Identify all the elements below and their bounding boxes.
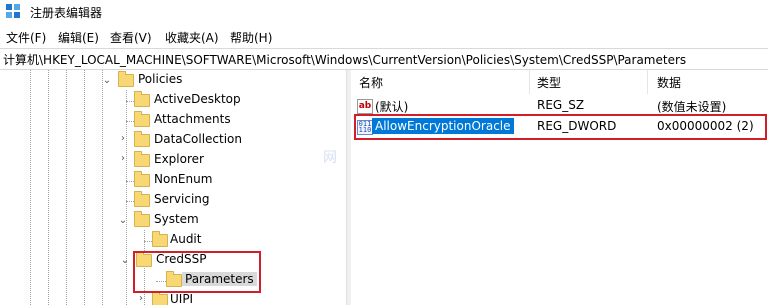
tree-node-label: NonEnum (154, 172, 213, 186)
highlight-box-value (354, 114, 767, 140)
folder-icon (134, 91, 150, 107)
menu-bar: 文件(F) 编辑(E) 查看(V) 收藏夹(A) 帮助(H) (0, 26, 770, 46)
tree-pane[interactable]: ⌄ Policies ActiveDesktop Attachments › D… (0, 70, 346, 305)
folder-icon (134, 111, 150, 127)
menu-edit[interactable]: 编辑(E) (58, 29, 99, 46)
tree-connector (144, 241, 152, 242)
folder-icon (134, 191, 150, 207)
folder-icon (134, 131, 150, 147)
chevron-right-icon[interactable]: › (118, 134, 128, 144)
value-data: (数值未设置) (657, 100, 727, 114)
folder-icon (118, 71, 134, 87)
menu-help[interactable]: 帮助(H) (230, 29, 272, 46)
tree-node-label: Explorer (154, 152, 204, 166)
string-value-icon: ab (357, 99, 373, 114)
menu-view[interactable]: 查看(V) (110, 29, 152, 46)
tree-guide-line (84, 70, 85, 305)
tree-guide-line (126, 90, 127, 305)
menu-file[interactable]: 文件(F) (6, 29, 46, 46)
value-list-pane[interactable]: 名称 类型 数据 ab (默认) REG_SZ (数值未设置) 011 110 A… (351, 70, 770, 305)
value-type: REG_SZ (537, 98, 585, 112)
folder-icon (134, 211, 150, 227)
folder-icon (134, 171, 150, 187)
column-header-data[interactable]: 数据 (657, 74, 681, 91)
highlight-box-tree (133, 251, 261, 293)
tree-node-label: UIPI (170, 292, 194, 305)
tree-guide-line (30, 70, 31, 305)
tree-node-label: System (154, 212, 199, 226)
value-name: (默认) (375, 100, 409, 114)
watermark-glyph: 网 (323, 150, 337, 166)
address-bar[interactable]: 计算机\HKEY_LOCAL_MACHINE\SOFTWARE\Microsof… (0, 48, 768, 70)
column-divider[interactable] (529, 70, 530, 94)
address-path[interactable]: 计算机\HKEY_LOCAL_MACHINE\SOFTWARE\Microsof… (3, 51, 686, 68)
tree-node-label: Policies (138, 72, 183, 86)
tree-guide-line (48, 70, 49, 305)
column-divider[interactable] (647, 70, 648, 94)
registry-editor-icon (6, 4, 20, 18)
title-bar: 注册表编辑器 (0, 0, 770, 24)
chevron-right-icon[interactable]: › (136, 294, 146, 304)
tree-node-label: ActiveDesktop (154, 92, 241, 106)
chevron-down-icon[interactable]: ⌄ (102, 76, 112, 86)
folder-icon (134, 151, 150, 167)
value-row[interactable]: ab (默认) REG_SZ (数值未设置) (351, 96, 770, 116)
chevron-right-icon[interactable]: › (118, 154, 128, 164)
tree-node-label: Attachments (154, 112, 231, 126)
tree-node-label: Servicing (154, 192, 210, 206)
tree-node-label: DataCollection (154, 132, 243, 146)
column-header-name[interactable]: 名称 (359, 74, 383, 91)
chevron-down-icon[interactable]: ⌄ (118, 216, 128, 226)
tree-guide-line (66, 70, 67, 305)
window-title: 注册表编辑器 (30, 6, 103, 20)
column-header-type[interactable]: 类型 (537, 74, 561, 91)
folder-icon (152, 291, 168, 305)
menu-favorites[interactable]: 收藏夹(A) (165, 29, 219, 46)
tree-guide-line (102, 70, 103, 305)
tree-node-label: Audit (170, 232, 202, 246)
chevron-down-icon[interactable]: ⌄ (120, 256, 130, 266)
folder-icon (152, 231, 168, 247)
